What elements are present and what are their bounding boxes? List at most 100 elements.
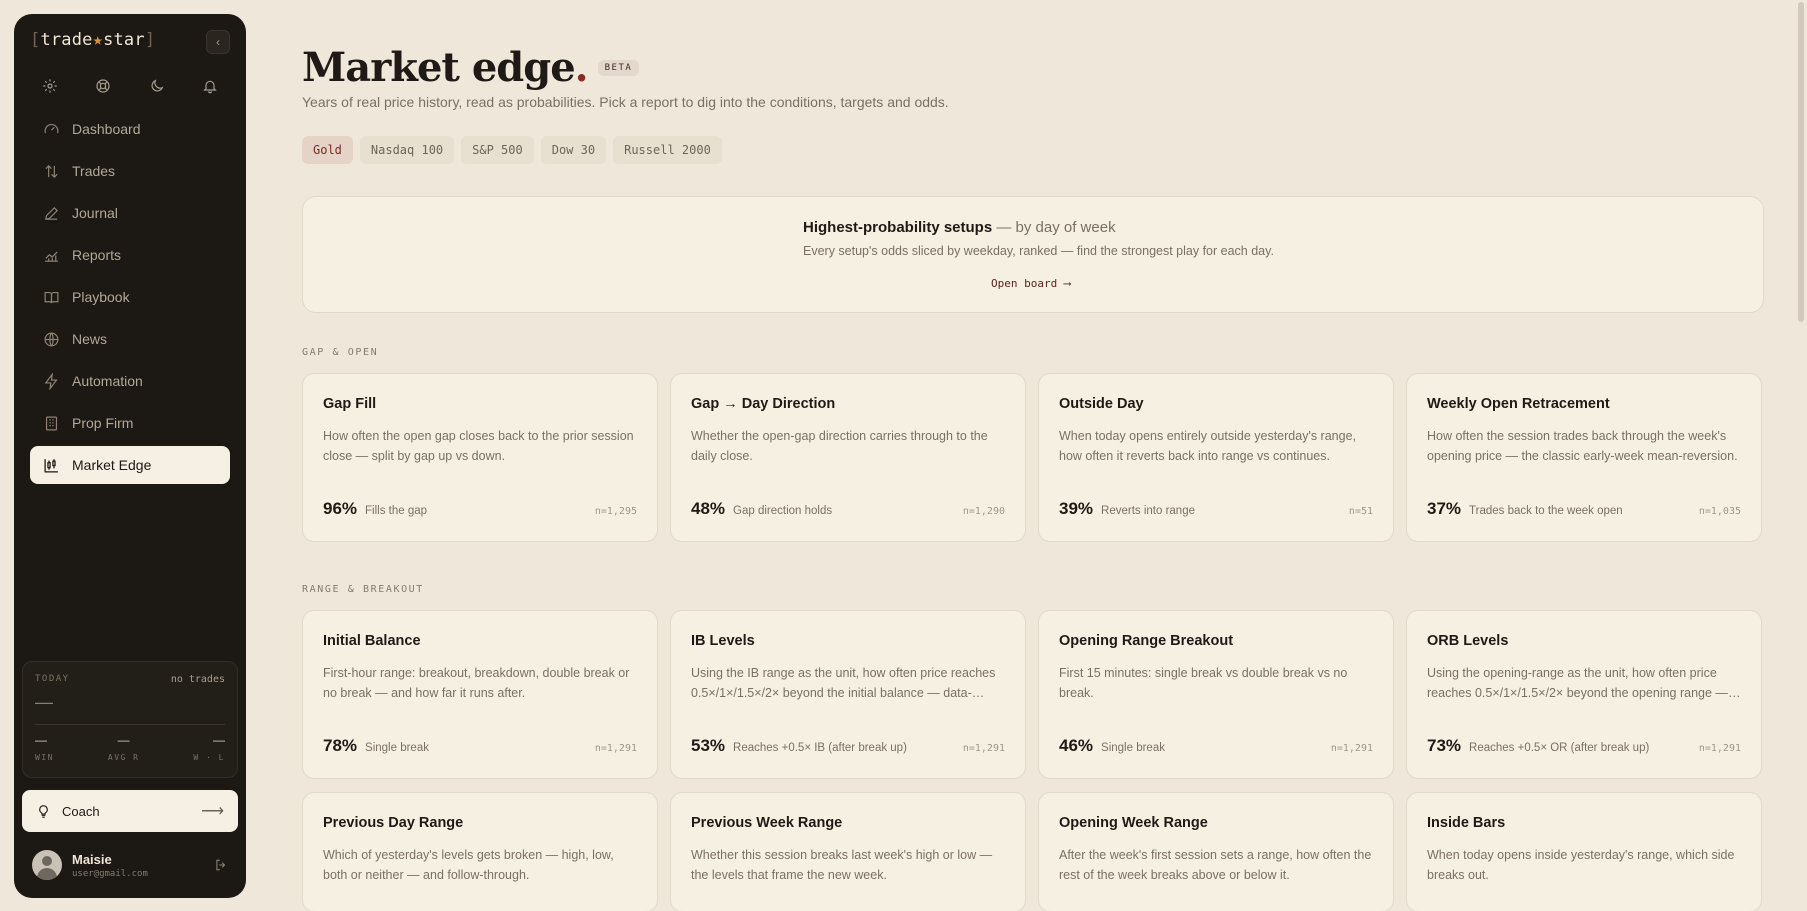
- tab-russell-2000[interactable]: Russell 2000: [613, 136, 722, 164]
- card-sample-size: n=1,035: [1698, 506, 1741, 517]
- report-card-previous-week-range[interactable]: Previous Week Range Whether this session…: [670, 792, 1026, 911]
- report-card-outside-day[interactable]: Outside Day When today opens entirely ou…: [1038, 373, 1394, 542]
- report-card-initial-balance[interactable]: Initial Balance First-hour range: breako…: [302, 610, 658, 779]
- card-description: How often the open gap closes back to th…: [323, 429, 634, 463]
- card-percent: 78%: [323, 736, 358, 755]
- logout-button[interactable]: [212, 856, 230, 874]
- sidebar-item-label: Playbook: [72, 289, 130, 305]
- sidebar-item-market-edge[interactable]: Market Edge: [30, 446, 230, 484]
- arrows-up-down-icon: [42, 162, 60, 180]
- tab-nasdaq-100[interactable]: Nasdaq 100: [359, 136, 455, 164]
- scrollbar-thumb[interactable]: [1798, 2, 1804, 322]
- card-description: When today opens entirely outside yester…: [1059, 429, 1357, 463]
- card-stat: 48% Gap direction holds n=1,290: [691, 499, 1005, 519]
- sidebar-item-label: News: [72, 331, 108, 347]
- section-heading-range-breakout: RANGE & BREAKOUT: [302, 584, 424, 595]
- sidebar-item-label: Market Edge: [72, 457, 152, 473]
- settings-button[interactable]: [40, 76, 60, 96]
- setups-board-text: Highest-probability setups — by day of w…: [803, 219, 1274, 258]
- report-card-weekly-open-retracement[interactable]: Weekly Open Retracement How often the se…: [1406, 373, 1762, 542]
- sidebar-item-reports[interactable]: Reports: [30, 236, 230, 274]
- card-stat: 78% Single break n=1,291: [323, 736, 637, 756]
- gap-open-grid: Gap Fill How often the open gap closes b…: [302, 373, 1764, 542]
- avatar: [32, 850, 62, 880]
- report-card-ib-levels[interactable]: IB Levels Using the IB range as the unit…: [670, 610, 1026, 779]
- page-scrollbar[interactable]: [1795, 0, 1807, 911]
- card-sample-size: n=1,291: [962, 743, 1005, 754]
- report-card-gap-fill[interactable]: Gap Fill How often the open gap closes b…: [302, 373, 658, 542]
- card-description: After the week's first session sets a ra…: [1059, 848, 1372, 882]
- card-description: First-hour range: breakout, breakdown, d…: [323, 666, 630, 700]
- card-sample-size: n=1,291: [1698, 743, 1741, 754]
- card-stat-label: Reaches +0.5× IB (after break up): [733, 742, 907, 754]
- sidebar-item-journal[interactable]: Journal: [30, 194, 230, 232]
- logo[interactable]: [trade★star]: [30, 30, 155, 50]
- sidebar-item-news[interactable]: News: [30, 320, 230, 358]
- coach-label: Coach: [62, 803, 100, 819]
- sidebar-item-dashboard[interactable]: Dashboard: [30, 110, 230, 148]
- card-percent: 73%: [1427, 736, 1462, 755]
- help-button[interactable]: [93, 76, 113, 96]
- report-card-orb-levels[interactable]: ORB Levels Using the opening-range as th…: [1406, 610, 1762, 779]
- setups-board-title: Highest-probability setups — by day of w…: [803, 219, 1116, 236]
- globe-icon: [42, 330, 60, 348]
- chevron-left-icon: ‹: [216, 35, 220, 49]
- tab-gold[interactable]: Gold: [302, 136, 353, 164]
- sidebar-item-prop-firm[interactable]: Prop Firm: [30, 404, 230, 442]
- page-header: Market edge. BETA: [302, 44, 640, 91]
- report-card-opening-week-range[interactable]: Opening Week Range After the week's firs…: [1038, 792, 1394, 911]
- card-title: Inside Bars: [1427, 815, 1506, 831]
- open-board-link[interactable]: Open board ⟶: [991, 277, 1070, 290]
- section-heading-gap-open: GAP & OPEN: [302, 347, 379, 358]
- coach-button[interactable]: Coach ⟶: [22, 790, 238, 832]
- lightbulb-icon: [36, 804, 52, 819]
- page-title: Market edge.: [302, 44, 589, 91]
- today-pnl: —: [35, 692, 53, 712]
- card-stat: 37% Trades back to the week open n=1,035: [1427, 499, 1741, 519]
- sidebar-item-label: Journal: [72, 205, 118, 221]
- card-title: Gap → Day Direction: [691, 396, 836, 412]
- tab-dow-30[interactable]: Dow 30: [540, 136, 607, 164]
- card-stat: 96% Fills the gap n=1,295: [323, 499, 637, 519]
- card-sample-size: n=1,291: [1330, 743, 1373, 754]
- card-description: Using the IB range as the unit, how ofte…: [691, 666, 996, 700]
- card-sample-size: n=51: [1348, 506, 1373, 517]
- sidebar-item-playbook[interactable]: Playbook: [30, 278, 230, 316]
- star-icon: ★: [92, 30, 104, 50]
- sidebar-item-automation[interactable]: Automation: [30, 362, 230, 400]
- card-stat: 39% Reverts into range n=51: [1059, 499, 1373, 519]
- gear-icon: [43, 79, 57, 93]
- market-tabs: Gold Nasdaq 100 S&P 500 Dow 30 Russell 2…: [302, 136, 729, 164]
- card-title: Opening Range Breakout: [1059, 633, 1234, 649]
- user-profile[interactable]: Maisie user@gmail.com: [32, 848, 230, 882]
- user-info: Maisie user@gmail.com: [72, 852, 148, 879]
- card-percent: 53%: [691, 736, 726, 755]
- collapse-sidebar-button[interactable]: ‹: [206, 30, 230, 54]
- setups-board-card[interactable]: Highest-probability setups — by day of w…: [302, 196, 1764, 313]
- card-title: Outside Day: [1059, 396, 1144, 412]
- theme-toggle-button[interactable]: [147, 76, 167, 96]
- stat-avg-r: — AVG R: [107, 733, 140, 762]
- notifications-button[interactable]: [200, 76, 220, 96]
- sidebar-item-trades[interactable]: Trades: [30, 152, 230, 190]
- setups-board-description: Every setup's odds sliced by weekday, ra…: [803, 244, 1274, 258]
- card-title: Opening Week Range: [1059, 815, 1208, 831]
- sidebar-nav: Dashboard Trades Journal Reports Playboo…: [30, 110, 230, 488]
- sidebar-item-label: Automation: [72, 373, 143, 389]
- sidebar-item-label: Prop Firm: [72, 415, 134, 431]
- report-card-inside-bars[interactable]: Inside Bars When today opens inside yest…: [1406, 792, 1762, 911]
- tab-sp-500[interactable]: S&P 500: [461, 136, 534, 164]
- card-percent: 48%: [691, 499, 726, 518]
- card-stat-label: Single break: [1101, 742, 1165, 754]
- logout-icon: [216, 859, 226, 871]
- book-icon: [42, 288, 60, 306]
- report-card-opening-range-breakout[interactable]: Opening Range Breakout First 15 minutes:…: [1038, 610, 1394, 779]
- card-description: When today opens inside yesterday's rang…: [1427, 848, 1735, 882]
- card-sample-size: n=1,290: [962, 506, 1005, 517]
- card-title: IB Levels: [691, 633, 755, 649]
- card-percent: 46%: [1059, 736, 1094, 755]
- range-breakout-grid: Initial Balance First-hour range: breako…: [302, 610, 1764, 779]
- report-card-previous-day-range[interactable]: Previous Day Range Which of yesterday's …: [302, 792, 658, 911]
- bell-icon: [203, 80, 217, 94]
- report-card-gap-day-direction[interactable]: Gap → Day Direction Whether the open-gap…: [670, 373, 1026, 542]
